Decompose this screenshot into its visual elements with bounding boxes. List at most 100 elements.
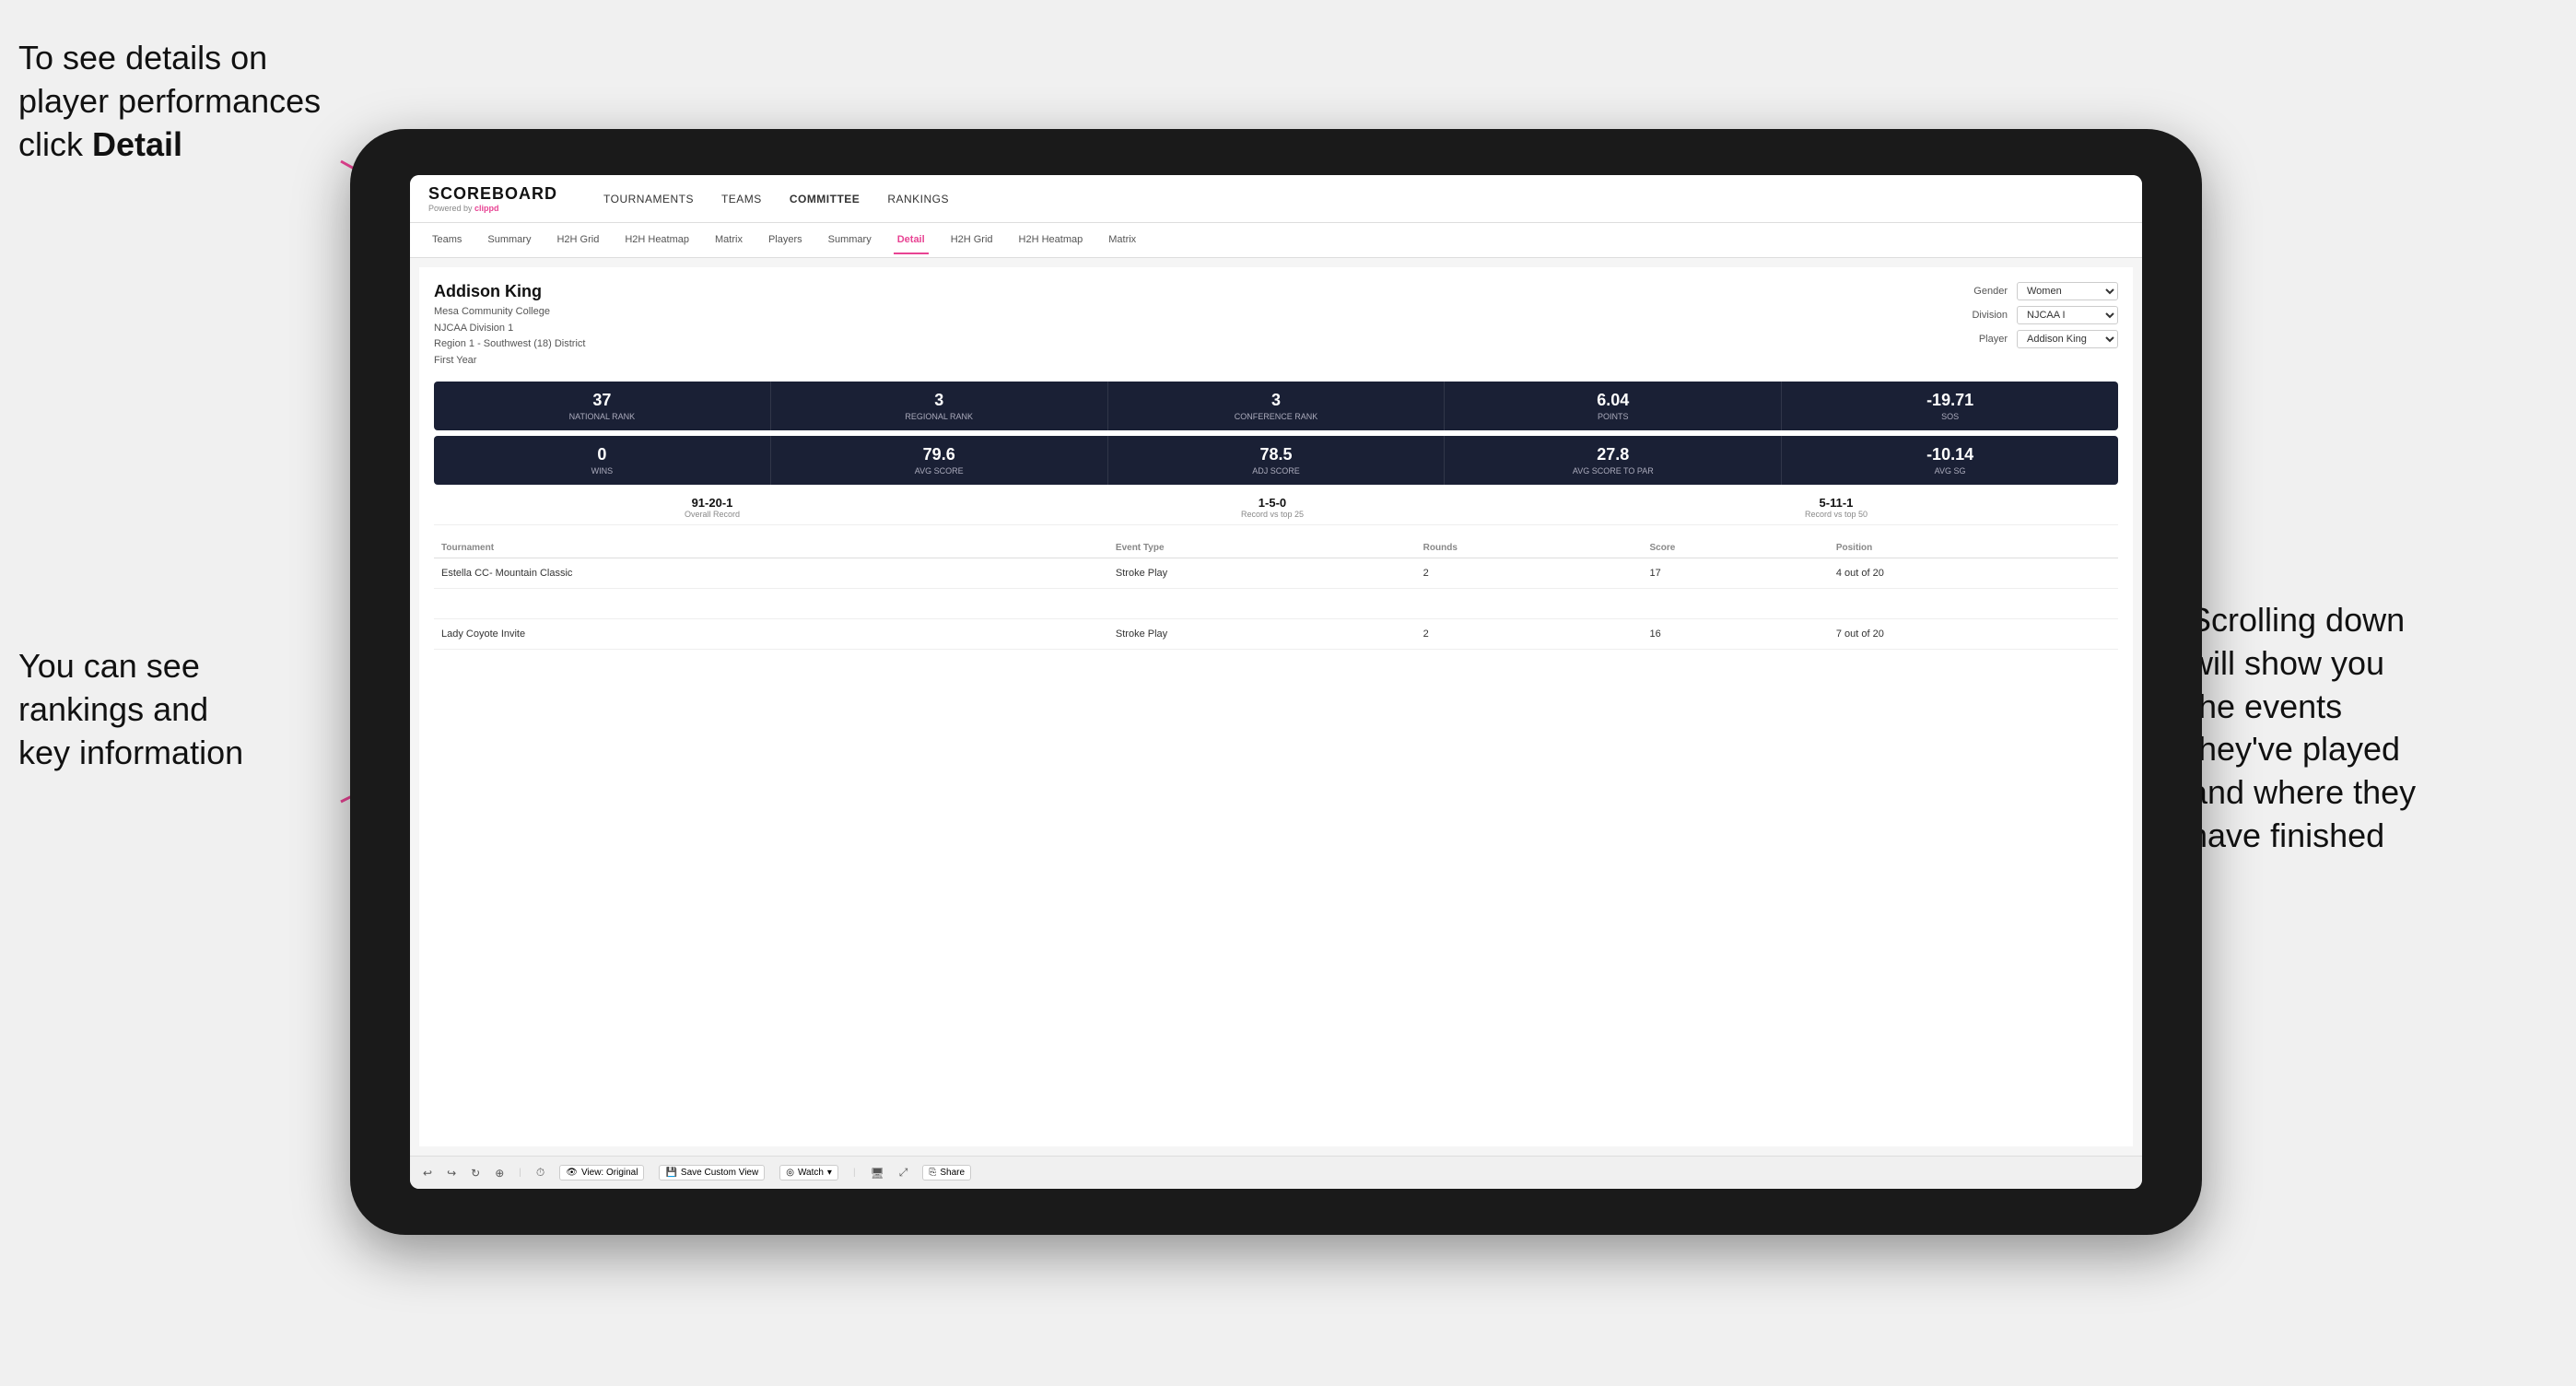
sub-nav-summary2[interactable]: Summary (825, 227, 875, 254)
sub-nav-h2hheatmap[interactable]: H2H Heatmap (621, 227, 693, 254)
record-overall-label: Overall Record (685, 510, 740, 519)
stat-wins: 0 Wins (434, 436, 771, 485)
player-header: Addison King Mesa Community College NJCA… (434, 282, 2118, 369)
gender-label: Gender (1957, 286, 2008, 297)
gender-select[interactable]: Women Men (2017, 282, 2118, 300)
stat-regional-rank: 3 Regional Rank (771, 382, 1108, 430)
view-label: View: Original (581, 1168, 638, 1178)
stat-adj-score-label: Adj Score (1114, 466, 1439, 476)
timer-icon[interactable]: ⏱ (536, 1166, 544, 1180)
gender-control: Gender Women Men (1957, 282, 2118, 300)
cell-score-2 (1643, 589, 1829, 619)
expand-icon[interactable]: ⤢ (899, 1166, 908, 1180)
share-button[interactable]: ⎘ Share (922, 1165, 971, 1180)
cell-position-2 (1829, 589, 2118, 619)
record-overall-value: 91-20-1 (685, 496, 740, 510)
sub-nav: Teams Summary H2H Grid H2H Heatmap Matri… (410, 223, 2142, 258)
tablet: SCOREBOARD Powered by clippd TOURNAMENTS… (350, 129, 2202, 1235)
player-select[interactable]: Addison King (2017, 330, 2118, 348)
nav-rankings[interactable]: RANKINGS (887, 189, 949, 209)
player-name: Addison King (434, 282, 585, 301)
player-label: Player (1957, 334, 2008, 345)
nav-tournaments[interactable]: TOURNAMENTS (603, 189, 694, 209)
watch-button[interactable]: ◎ Watch ▾ (779, 1165, 838, 1180)
player-region: Region 1 - Southwest (18) District (434, 336, 585, 353)
cell-event-1: Stroke Play (1108, 558, 1416, 589)
division-control: Division NJCAA I NJCAA II (1957, 306, 2118, 324)
sub-nav-players[interactable]: Players (765, 227, 806, 254)
inner-content: Addison King Mesa Community College NJCA… (419, 267, 2133, 1146)
sub-nav-matrix2[interactable]: Matrix (1105, 227, 1140, 254)
undo-icon[interactable]: ↩ (423, 1167, 432, 1180)
watch-chevron: ▾ (827, 1168, 832, 1178)
bottom-toolbar: ↩ ↪ ↻ ⊕ | ⏱ 👁 View: Original 💾 Save Cust… (410, 1156, 2142, 1189)
annotation-right: Scrolling downwill show youthe eventsthe… (2189, 599, 2558, 858)
zoom-in-icon[interactable]: ⊕ (495, 1167, 504, 1180)
cell-rounds-2 (1416, 589, 1643, 619)
stat-avg-sg-value: -10.14 (1787, 445, 2113, 464)
toolbar-sep-2: | (853, 1168, 856, 1178)
stat-national-rank-value: 37 (439, 391, 765, 410)
screen-icon[interactable]: 🖥 (871, 1167, 884, 1180)
view-icon: 👁 (566, 1168, 578, 1178)
record-top25-label: Record vs top 25 (1241, 510, 1304, 519)
sub-nav-teams[interactable]: Teams (428, 227, 465, 254)
logo-title: SCOREBOARD (428, 184, 557, 204)
stat-adj-score-value: 78.5 (1114, 445, 1439, 464)
stat-avg-sg-label: Avg SG (1787, 466, 2113, 476)
sub-nav-matrix[interactable]: Matrix (711, 227, 746, 254)
view-original-button[interactable]: 👁 View: Original (559, 1165, 644, 1180)
record-top25-value: 1-5-0 (1241, 496, 1304, 510)
refresh-icon[interactable]: ↻ (471, 1167, 480, 1180)
division-label: Division (1957, 310, 2008, 321)
save-icon: 💾 (665, 1168, 676, 1178)
table-row (434, 589, 2118, 619)
player-year: First Year (434, 353, 585, 370)
cell-rounds-1: 2 (1416, 558, 1643, 589)
cell-score-3: 16 (1643, 619, 1829, 650)
anno-tl-text: To see details on player performances cl… (18, 39, 321, 163)
col-score: Score (1643, 538, 1829, 558)
annotation-top-left: To see details on player performances cl… (18, 37, 332, 166)
cell-position-1: 4 out of 20 (1829, 558, 2118, 589)
stat-sos: -19.71 SoS (1782, 382, 2118, 430)
player-controls: Gender Women Men Division NJCAA I NJCAA … (1957, 282, 2118, 348)
stats-row-1: 37 National Rank 3 Regional Rank 3 Confe… (434, 382, 2118, 430)
table-row: Lady Coyote Invite Stroke Play 2 16 7 ou… (434, 619, 2118, 650)
stat-points-value: 6.04 (1450, 391, 1775, 410)
stat-regional-rank-label: Regional Rank (777, 412, 1102, 421)
sub-nav-summary[interactable]: Summary (484, 227, 534, 254)
stat-conference-rank-label: Conference Rank (1114, 412, 1439, 421)
top-nav: SCOREBOARD Powered by clippd TOURNAMENTS… (410, 175, 2142, 223)
tablet-screen: SCOREBOARD Powered by clippd TOURNAMENTS… (410, 175, 2142, 1189)
anno-bl-text: You can seerankings andkey information (18, 647, 243, 771)
stat-wins-value: 0 (439, 445, 765, 464)
record-top50: 5-11-1 Record vs top 50 (1805, 496, 1868, 519)
sub-nav-h2hgrid2[interactable]: H2H Grid (947, 227, 997, 254)
nav-teams[interactable]: TEAMS (721, 189, 762, 209)
col-rounds: Rounds (1416, 538, 1643, 558)
stat-points-label: Points (1450, 412, 1775, 421)
sub-nav-h2hheatmap2[interactable]: H2H Heatmap (1015, 227, 1087, 254)
sub-nav-detail[interactable]: Detail (894, 227, 929, 254)
redo-icon[interactable]: ↪ (447, 1167, 456, 1180)
nav-committee[interactable]: COMMITTEE (790, 189, 861, 209)
player-school: Mesa Community College (434, 304, 585, 321)
save-custom-view-button[interactable]: 💾 Save Custom View (659, 1165, 765, 1180)
stat-wins-label: Wins (439, 466, 765, 476)
stat-national-rank-label: National Rank (439, 412, 765, 421)
record-top50-value: 5-11-1 (1805, 496, 1868, 510)
sub-nav-h2hgrid[interactable]: H2H Grid (553, 227, 603, 254)
stat-conference-rank-value: 3 (1114, 391, 1439, 410)
cell-event-2 (1108, 589, 1416, 619)
tournament-table: Tournament Event Type Rounds Score Posit… (434, 538, 2118, 650)
share-label: Share (940, 1168, 965, 1178)
col-position: Position (1829, 538, 2118, 558)
player-division: NJCAA Division 1 (434, 321, 585, 337)
record-top25: 1-5-0 Record vs top 25 (1241, 496, 1304, 519)
anno-detail-bold: Detail (92, 125, 182, 163)
division-select[interactable]: NJCAA I NJCAA II (2017, 306, 2118, 324)
stat-avg-sg: -10.14 Avg SG (1782, 436, 2118, 485)
cell-tournament-2 (434, 589, 1108, 619)
content-area: Addison King Mesa Community College NJCA… (410, 258, 2142, 1156)
